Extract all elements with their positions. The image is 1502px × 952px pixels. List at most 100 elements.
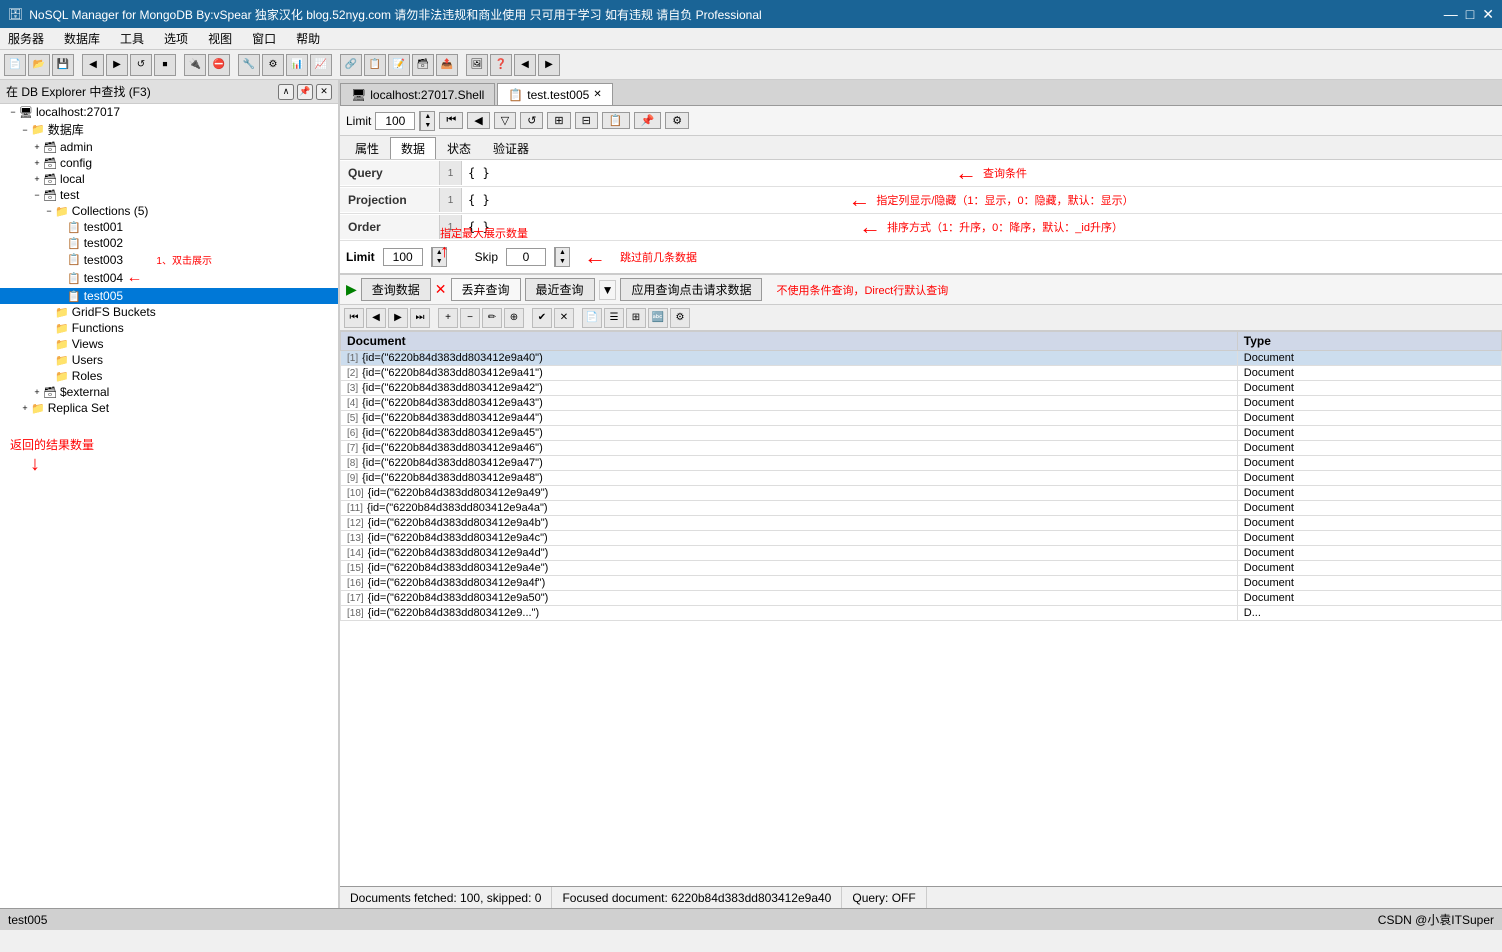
skip-down[interactable]: ▼ — [555, 257, 569, 266]
recent-query-button[interactable]: 最近查询 — [525, 278, 595, 301]
close-button[interactable]: ✕ — [1482, 6, 1494, 23]
data-edit-button[interactable]: ✏ — [482, 308, 502, 328]
limit-down[interactable]: ▼ — [420, 121, 434, 130]
data-copy2-button[interactable]: ⊕ — [504, 308, 524, 328]
subtab-properties[interactable]: 属性 — [344, 137, 390, 159]
pin-button[interactable]: 📌 — [297, 84, 313, 100]
table-row[interactable]: [8]{id=("6220b84d383dd803412e9a47")Docum… — [341, 456, 1502, 471]
data-settings-button[interactable]: ⚙ — [670, 308, 690, 328]
close-panel-button[interactable]: ✕ — [316, 84, 332, 100]
table-row[interactable]: [17]{id=("6220b84d383dd803412e9a50")Docu… — [341, 591, 1502, 606]
data-view4-button[interactable]: 🔤 — [648, 308, 668, 328]
tree-node-collections[interactable]: − 📁 Collections (5) — [0, 203, 338, 219]
first-page-button[interactable]: ⏮ — [439, 112, 463, 129]
collapse-button[interactable]: ∧ — [278, 84, 294, 100]
prev-page-button[interactable]: ◀ — [467, 112, 489, 129]
data-add-button[interactable]: + — [438, 308, 458, 328]
tree-node-roles[interactable]: 📁 Roles — [0, 368, 338, 384]
data-cancel2-button[interactable]: ✕ — [554, 308, 574, 328]
tree-node-admin[interactable]: + 🗃 admin — [0, 139, 338, 155]
table-row[interactable]: [16]{id=("6220b84d383dd803412e9a4f")Docu… — [341, 576, 1502, 591]
tree-node-gridfs[interactable]: 📁 GridFS Buckets — [0, 304, 338, 320]
tree-node-functions[interactable]: 📁 Functions — [0, 320, 338, 336]
toolbar-refresh[interactable]: ↺ — [130, 54, 152, 76]
maximize-button[interactable]: □ — [1466, 6, 1474, 23]
tree-node-external[interactable]: + 🗃 $external — [0, 384, 338, 400]
toolbar-btn9[interactable]: 🔗 — [340, 54, 362, 76]
query-field-value[interactable]: { } — [462, 164, 949, 182]
table-row[interactable]: [1]{id=("6220b84d383dd803412e9a40")Docum… — [341, 351, 1502, 366]
table-row[interactable]: [10]{id=("6220b84d383dd803412e9a49")Docu… — [341, 486, 1502, 501]
toolbar-back[interactable]: ◀ — [82, 54, 104, 76]
paste-button[interactable]: 📌 — [634, 112, 662, 129]
toolbar-btn13[interactable]: 📤 — [436, 54, 458, 76]
toolbar-btn5[interactable]: 🔧 — [238, 54, 260, 76]
menu-window[interactable]: 窗口 — [248, 30, 280, 47]
menu-view[interactable]: 视图 — [204, 30, 236, 47]
table-row[interactable]: [14]{id=("6220b84d383dd803412e9a4d")Docu… — [341, 546, 1502, 561]
toolbar-btn14[interactable]: 🖼 — [466, 54, 488, 76]
table-row[interactable]: [6]{id=("6220b84d383dd803412e9a45")Docum… — [341, 426, 1502, 441]
import-button[interactable]: ⊟ — [575, 112, 598, 129]
data-prev-button[interactable]: ◀ — [366, 308, 386, 328]
data-view3-button[interactable]: ⊞ — [626, 308, 646, 328]
apply-query-button[interactable]: 应用查询点击请求数据 — [620, 278, 762, 301]
toolbar-btn8[interactable]: 📈 — [310, 54, 332, 76]
settings-button2[interactable]: ⚙ — [665, 112, 689, 129]
export-button[interactable]: ⊞ — [547, 112, 570, 129]
toolbar-save[interactable]: 💾 — [52, 54, 74, 76]
toolbar-btn6[interactable]: ⚙ — [262, 54, 284, 76]
toolbar-btn15[interactable]: ❓ — [490, 54, 512, 76]
projection-field-value[interactable]: { } — [462, 191, 842, 209]
data-view1-button[interactable]: 📄 — [582, 308, 602, 328]
refresh-button[interactable]: ↺ — [520, 112, 543, 129]
limit-input[interactable] — [375, 112, 415, 130]
menu-help[interactable]: 帮助 — [292, 30, 324, 47]
toolbar-btn10[interactable]: 📋 — [364, 54, 386, 76]
toolbar-new[interactable]: 📄 — [4, 54, 26, 76]
subtab-status[interactable]: 状态 — [436, 137, 482, 159]
toolbar-forward[interactable]: ▶ — [106, 54, 128, 76]
toolbar-btn16[interactable]: ◀ — [514, 54, 536, 76]
tree-node-views[interactable]: 📁 Views — [0, 336, 338, 352]
table-row[interactable]: [18]{id=("6220b84d383dd803412e9...")D... — [341, 606, 1502, 621]
recent-dropdown[interactable]: ▼ — [599, 280, 617, 300]
toolbar-connect[interactable]: 🔌 — [184, 54, 206, 76]
tree-node-replicaset[interactable]: + 📁 Replica Set — [0, 400, 338, 416]
table-row[interactable]: [15]{id=("6220b84d383dd803412e9a4e")Docu… — [341, 561, 1502, 576]
tree-node-test003[interactable]: 📋 test003 1、双击展示 — [0, 251, 338, 268]
toolbar-disconnect[interactable]: ⛔ — [208, 54, 230, 76]
data-save2-button[interactable]: ✔ — [532, 308, 552, 328]
subtab-data[interactable]: 数据 — [390, 137, 436, 159]
data-play-button[interactable]: ▶ — [388, 308, 408, 328]
toolbar-btn12[interactable]: 🗃 — [412, 54, 434, 76]
limit-up[interactable]: ▲ — [420, 112, 434, 121]
copy-button[interactable]: 📋 — [602, 112, 630, 129]
limit-row-input[interactable] — [383, 248, 423, 266]
skip-up[interactable]: ▲ — [555, 248, 569, 257]
data-view2-button[interactable]: ☰ — [604, 308, 624, 328]
toolbar-stop[interactable]: ⏹ — [154, 54, 176, 76]
tree-node-databases[interactable]: − 📁 数据库 — [0, 120, 338, 139]
discard-query-button[interactable]: 丢弃查询 — [451, 278, 521, 301]
tab-test005[interactable]: 📋 test.test005 ✕ — [497, 83, 612, 105]
toolbar-btn7[interactable]: 📊 — [286, 54, 308, 76]
toolbar-btn17[interactable]: ▶ — [538, 54, 560, 76]
table-row[interactable]: [13]{id=("6220b84d383dd803412e9a4c")Docu… — [341, 531, 1502, 546]
subtab-validator[interactable]: 验证器 — [482, 137, 540, 159]
tab-close-button[interactable]: ✕ — [593, 89, 601, 100]
table-row[interactable]: [9]{id=("6220b84d383dd803412e9a48")Docum… — [341, 471, 1502, 486]
menu-database[interactable]: 数据库 — [60, 30, 104, 47]
tree-node-test001[interactable]: 📋 test001 — [0, 219, 338, 235]
tree-node-test004[interactable]: 📋 test004 ← — [0, 268, 338, 288]
tree-node-localhost[interactable]: − 🖥 localhost:27017 — [0, 104, 338, 120]
table-row[interactable]: [12]{id=("6220b84d383dd803412e9a4b")Docu… — [341, 516, 1502, 531]
query-data-button[interactable]: 查询数据 — [361, 278, 431, 301]
table-row[interactable]: [2]{id=("6220b84d383dd803412e9a41")Docum… — [341, 366, 1502, 381]
data-next-button[interactable]: ⏭ — [410, 308, 430, 328]
data-remove-button[interactable]: − — [460, 308, 480, 328]
data-first-button[interactable]: ⏮ — [344, 308, 364, 328]
tree-node-test005[interactable]: 📋 test005 — [0, 288, 338, 304]
menu-options[interactable]: 选项 — [160, 30, 192, 47]
tree-node-local[interactable]: + 🗃 local — [0, 171, 338, 187]
